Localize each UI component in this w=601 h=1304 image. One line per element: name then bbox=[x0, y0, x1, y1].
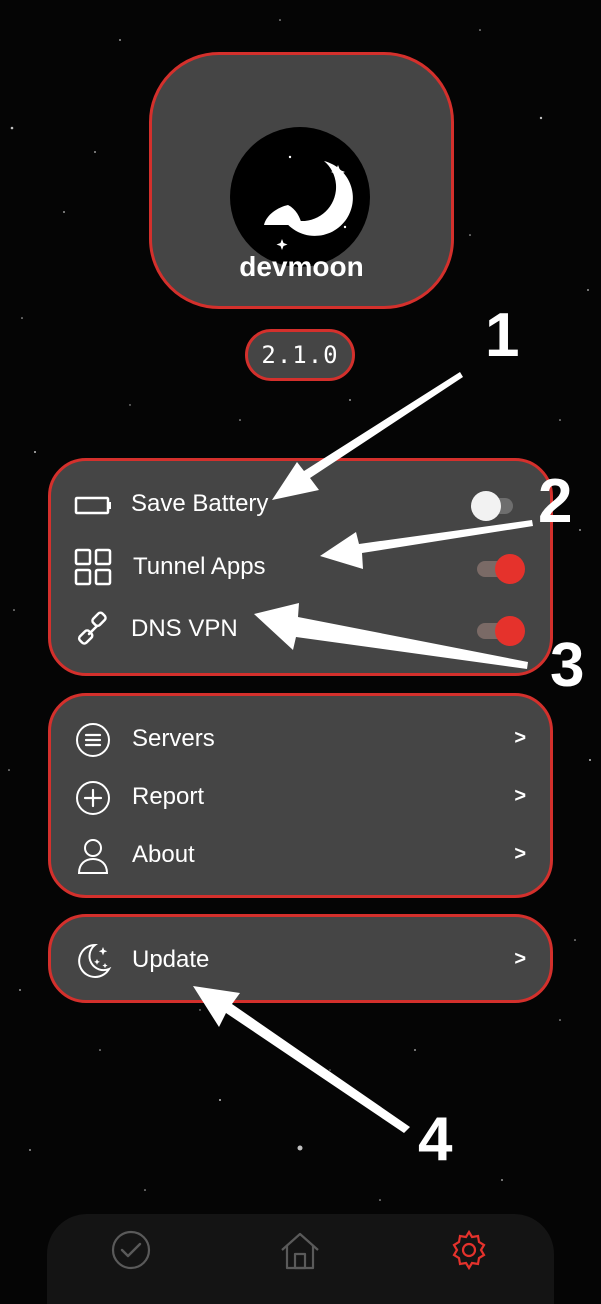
bottom-navigation-bar bbox=[47, 1214, 554, 1304]
arrow-2-icon bbox=[320, 520, 533, 569]
annotation-label-2: 2 bbox=[538, 467, 573, 536]
annotation-arrows bbox=[193, 372, 533, 1133]
arrow-4-icon bbox=[193, 986, 410, 1133]
home-icon[interactable] bbox=[278, 1228, 322, 1272]
annotation-label-3: 3 bbox=[550, 631, 585, 700]
arrow-1-icon bbox=[272, 372, 463, 500]
annotation-label-1: 1 bbox=[485, 301, 520, 370]
annotation-label-4: 4 bbox=[418, 1105, 453, 1174]
gear-icon[interactable] bbox=[447, 1228, 491, 1272]
arrow-3-icon bbox=[254, 603, 528, 669]
check-circle-icon[interactable] bbox=[109, 1228, 153, 1272]
